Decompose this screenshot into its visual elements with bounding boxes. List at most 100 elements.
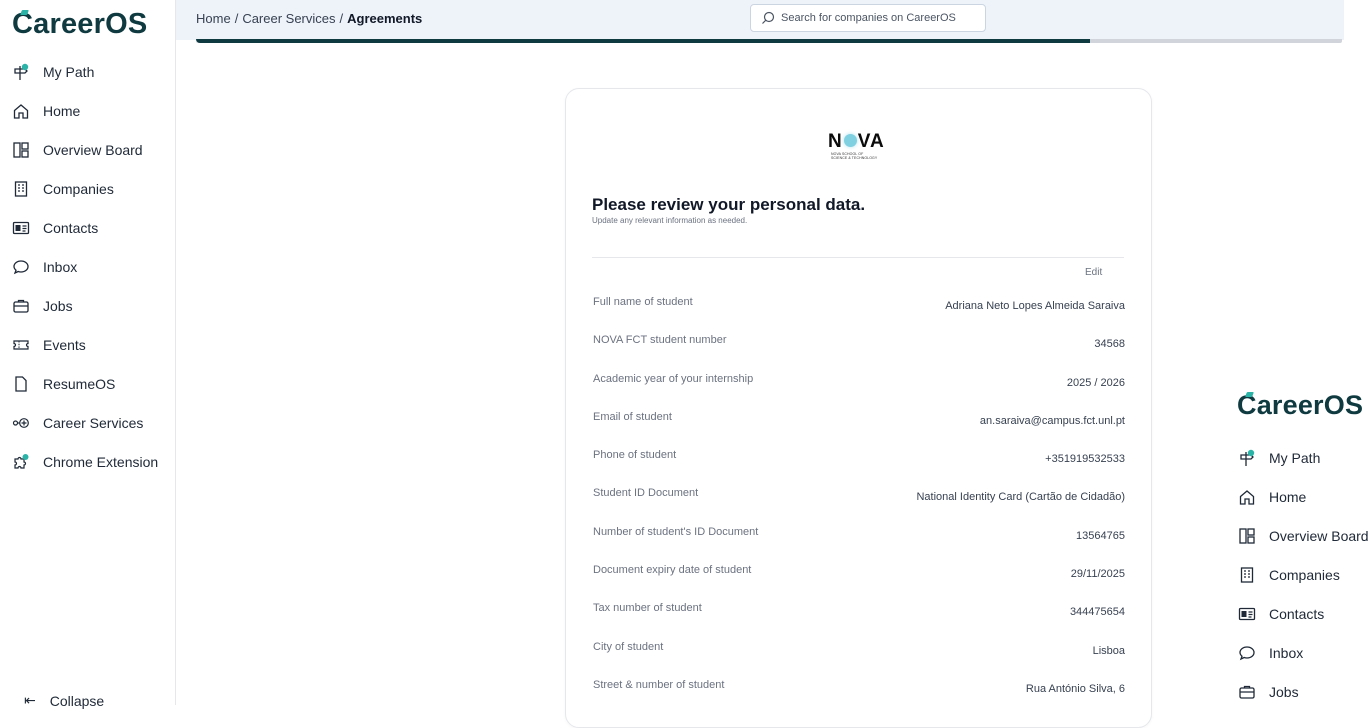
data-row: Street & number of student Rua António Si… (593, 670, 1125, 708)
sidebar-item-jobs[interactable]: Jobs (0, 286, 176, 325)
field-value: 34568 (1094, 338, 1125, 351)
data-row: NOVA FCT student number 34568 (593, 325, 1125, 363)
sidebar-item-label: Inbox (1269, 644, 1304, 661)
field-value: National Identity Card (Cartão de Cidadã… (916, 491, 1125, 504)
ticket-icon (12, 336, 30, 354)
sidebar-item-career-services[interactable]: Career Services (0, 403, 176, 442)
sidebar-item-label: Companies (1269, 566, 1340, 583)
careeros-logo[interactable]: CareerOS (12, 8, 147, 41)
data-row: Document expiry date of student 29/11/202… (593, 555, 1125, 593)
puzzle-icon (12, 453, 30, 471)
card-title: Please review your personal data. (592, 195, 866, 214)
nova-logo-subtitle: NOVA SCHOOL OF SCIENCE & TECHNOLOGY (831, 152, 878, 160)
sidebar-item-inbox[interactable]: Inbox (1222, 633, 1370, 672)
sidebar-item-overview-board[interactable]: Overview Board (0, 130, 176, 169)
collapse-arrow-icon: ⇤ (24, 692, 36, 708)
data-row: Tax number of student 344475654 (593, 593, 1125, 631)
field-value: 344475654 (1069, 606, 1125, 619)
field-value: Lisboa (1092, 644, 1125, 657)
collapse-label: Collapse (49, 692, 105, 709)
breadcrumb-career-services[interactable]: Career Services (242, 11, 335, 26)
contact-card-icon (1238, 605, 1256, 623)
field-label: Email of student (593, 410, 672, 423)
sidebar-nav: My Path Home Overview Board Companies Co… (0, 52, 176, 481)
career-services-icon (12, 414, 30, 432)
sidebar-item-home[interactable]: Home (0, 91, 176, 130)
secondary-sidebar: CareerOS My Path Home Overview Board Com… (1222, 380, 1370, 705)
divider (592, 257, 1124, 258)
sidebar-item-my-path[interactable]: My Path (1222, 438, 1370, 477)
search-box[interactable] (750, 4, 986, 32)
progress-bar (196, 39, 1342, 43)
sidebar: CareerOS My Path Home Overview Board Com… (0, 0, 176, 709)
sidebar-item-label: Inbox (43, 258, 78, 275)
breadcrumb-current: Agreements (347, 11, 423, 26)
sidebar-item-label: Jobs (43, 297, 73, 314)
data-row: Student ID Document National Identity Car… (593, 478, 1125, 516)
edit-button[interactable]: Edit (1085, 267, 1102, 278)
secondary-sidebar-nav: My Path Home Overview Board Companies Co… (1222, 438, 1370, 705)
data-row: Number of student's ID Document 13564765 (593, 517, 1125, 555)
field-label: Tax number of student (593, 602, 702, 615)
field-label: Academic year of your internship (593, 372, 754, 385)
sidebar-item-my-path[interactable]: My Path (0, 52, 176, 91)
top-bar: Home / Career Services / Agreements (176, 0, 1344, 40)
field-label: Number of student's ID Document (593, 525, 759, 538)
field-value: 13564765 (1076, 529, 1125, 542)
chat-bubble-icon (12, 258, 30, 276)
data-row: Full name of student Adriana Neto Lopes A… (593, 287, 1125, 325)
personal-data-card: N VA NOVA SCHOOL OF SCIENCE & TECHNOLOGY P… (565, 88, 1152, 728)
breadcrumb-home[interactable]: Home (196, 11, 231, 26)
signpost-icon (1238, 449, 1256, 467)
field-value: an.saraiva@campus.fct.unl.pt (979, 414, 1125, 427)
sidebar-item-label: Companies (43, 180, 114, 197)
sidebar-item-label: My Path (1269, 449, 1321, 466)
field-label: Full name of student (593, 296, 693, 308)
sidebar-item-label: Career Services (43, 414, 144, 431)
data-row: Phone of student +351919532533 (593, 440, 1125, 478)
sidebar-item-label: Jobs (1269, 683, 1299, 700)
search-input[interactable] (781, 12, 971, 24)
field-value: 2025 / 2026 (1066, 376, 1125, 389)
sidebar-item-companies[interactable]: Companies (0, 169, 176, 208)
field-value: +351919532533 (1045, 453, 1125, 466)
document-icon (12, 375, 30, 393)
home-icon (1238, 488, 1256, 506)
sidebar-item-label: ResumeOS (43, 375, 116, 392)
field-label: NOVA FCT student number (593, 334, 727, 347)
field-label: Street & number of student (593, 678, 725, 691)
sidebar-item-label: Events (43, 336, 86, 353)
data-row: Email of student an.saraiva@campus.fct.un… (593, 402, 1125, 440)
sidebar-item-home[interactable]: Home (1222, 477, 1370, 516)
field-label: Student ID Document (593, 487, 699, 500)
contact-card-icon (12, 219, 30, 237)
careeros-logo[interactable]: CareerOS (1237, 390, 1363, 421)
data-row: Academic year of your internship 2025 / 2… (593, 364, 1125, 402)
sidebar-item-label: My Path (43, 63, 95, 80)
field-value: 29/11/2025 (1070, 568, 1125, 581)
sidebar-item-label: Contacts (43, 219, 99, 236)
sidebar-item-events[interactable]: Events (0, 325, 176, 364)
collapse-button[interactable]: ⇤ Collapse (24, 692, 104, 709)
sidebar-item-companies[interactable]: Companies (1222, 555, 1370, 594)
signpost-icon (12, 63, 30, 81)
briefcase-icon (12, 297, 30, 315)
personal-data-list: Full name of student Adriana Neto Lopes A… (593, 287, 1125, 708)
sidebar-item-jobs[interactable]: Jobs (1222, 672, 1370, 705)
card-subtitle: Update any relevant information as neede… (592, 216, 748, 225)
nova-logo-word: N VA (828, 131, 885, 152)
sidebar-item-resumeos[interactable]: ResumeOS (0, 364, 176, 403)
nova-logo-dot (843, 134, 857, 147)
sidebar-item-label: Home (43, 102, 81, 119)
sidebar-item-label: Contacts (1269, 605, 1325, 622)
sidebar-item-overview-board[interactable]: Overview Board (1222, 516, 1370, 555)
sidebar-item-label: Overview Board (43, 141, 143, 158)
field-label: City of student (593, 640, 664, 653)
sidebar-item-chrome-extension[interactable]: Chrome Extension (0, 442, 176, 481)
sidebar-item-contacts[interactable]: Contacts (0, 208, 176, 247)
sidebar-item-contacts[interactable]: Contacts (1222, 594, 1370, 633)
sidebar-item-label: Overview Board (1269, 527, 1369, 544)
search-icon (762, 11, 775, 24)
sidebar-item-inbox[interactable]: Inbox (0, 247, 176, 286)
chat-bubble-icon (1238, 644, 1256, 662)
